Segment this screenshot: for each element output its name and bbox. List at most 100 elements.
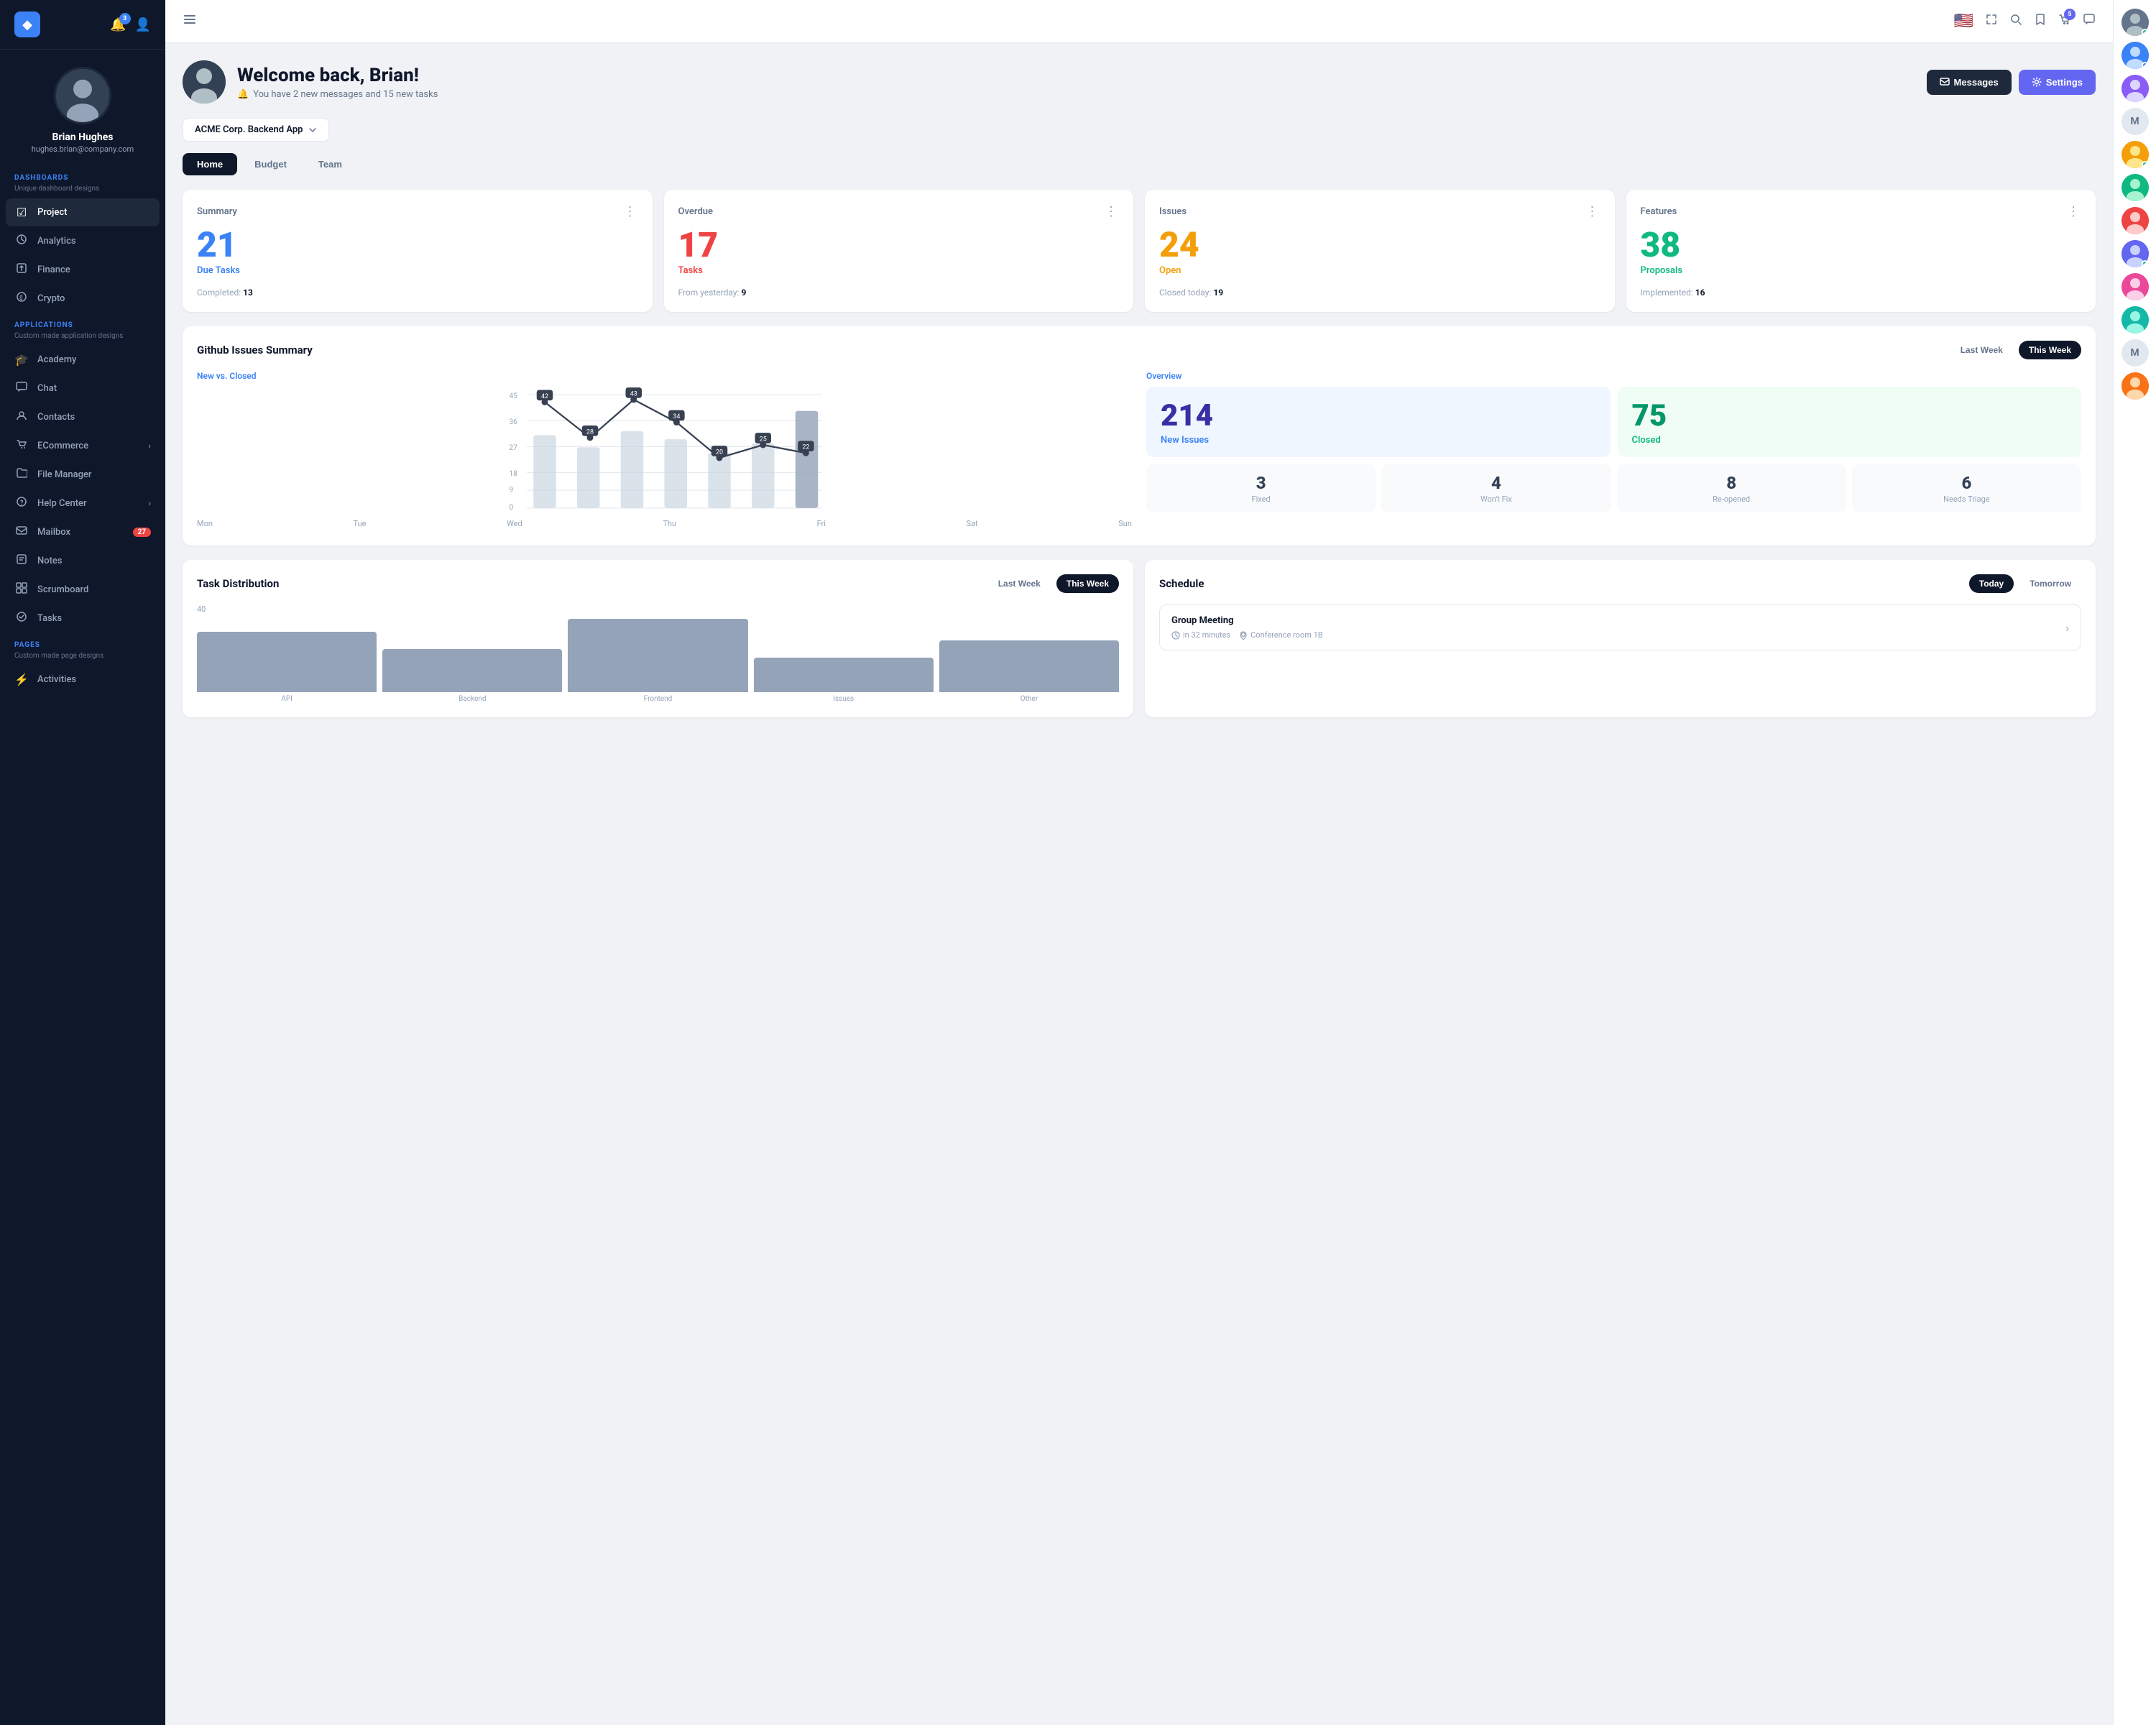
right-avatar-6[interactable]	[2122, 207, 2149, 234]
new-issues-label: New Issues	[1161, 435, 1596, 446]
bar-api: API	[197, 632, 377, 703]
sidebar-user-avatar[interactable]	[54, 67, 111, 124]
sidebar-item-helpcenter[interactable]: ? Help Center ›	[0, 489, 165, 518]
sidebar-item-analytics[interactable]: Analytics	[0, 226, 165, 255]
welcome-avatar	[183, 60, 226, 104]
sidebar-item-filemanager[interactable]: File Manager	[0, 460, 165, 489]
hamburger-menu-icon[interactable]	[183, 12, 197, 30]
reopened-card: 8 Re-opened	[1617, 464, 1846, 512]
summary-title: Summary	[197, 206, 237, 217]
right-avatar-2[interactable]	[2122, 42, 2149, 69]
github-chart-side: New vs. Closed 45 36 27 18 9 0	[197, 371, 1132, 531]
tab-budget[interactable]: Budget	[240, 153, 301, 175]
tasks-icon	[14, 611, 29, 625]
right-avatar-4[interactable]	[2122, 141, 2149, 168]
fixed-label: Fixed	[1155, 494, 1367, 504]
project-selector[interactable]: ACME Corp. Backend App	[183, 118, 329, 142]
schedule-tomorrow-btn[interactable]: Tomorrow	[2019, 574, 2081, 593]
right-avatar-5[interactable]	[2122, 174, 2149, 201]
overdue-menu-icon[interactable]: ⋮	[1105, 204, 1119, 219]
bar-other-fill	[939, 640, 1119, 692]
chart-days: Mon Tue Wed Thu Fri Sat Sun	[197, 516, 1132, 531]
features-card: Features ⋮ 38 Proposals Implemented: 16	[1626, 190, 2096, 312]
mailbox-icon	[14, 525, 29, 539]
github-this-week-btn[interactable]: This Week	[2019, 341, 2081, 359]
sidebar-user-section: Brian Hughes hughes.brian@company.com	[0, 50, 165, 165]
tab-team[interactable]: Team	[304, 153, 356, 175]
new-issues-number: 214	[1161, 398, 1596, 433]
welcome-actions: Messages Settings	[1927, 70, 2096, 95]
schedule-time: in 32 minutes	[1171, 630, 1230, 640]
sidebar-item-ecommerce[interactable]: ECommerce ›	[0, 431, 165, 460]
applications-section: APPLICATIONS Custom made application des…	[0, 313, 165, 632]
github-card-header: Github Issues Summary Last Week This Wee…	[197, 341, 2081, 359]
summary-menu-icon[interactable]: ⋮	[624, 204, 638, 219]
user-circle-icon[interactable]: 👤	[135, 17, 151, 32]
task-dist-this-week-btn[interactable]: This Week	[1056, 574, 1119, 593]
messages-button[interactable]: Messages	[1927, 70, 2012, 95]
features-label: Proposals	[1641, 265, 2082, 276]
task-dist-max-label: 40	[197, 604, 1119, 614]
project-selector-label: ACME Corp. Backend App	[195, 124, 303, 135]
svg-text:28: 28	[586, 428, 594, 436]
topbar-chat-icon[interactable]	[2083, 13, 2096, 29]
sidebar-item-tasks[interactable]: Tasks	[0, 604, 165, 632]
bookmark-icon[interactable]	[2034, 13, 2047, 29]
schedule-item-arrow[interactable]: ›	[2065, 621, 2069, 635]
sidebar-item-contacts[interactable]: Contacts	[0, 402, 165, 431]
sidebar-item-mailbox-label: Mailbox	[37, 527, 70, 538]
right-avatar-9[interactable]	[2122, 306, 2149, 334]
sidebar-item-mailbox[interactable]: Mailbox 27	[0, 518, 165, 546]
notification-icon[interactable]: 🔔 3	[110, 17, 126, 32]
svg-text:$: $	[19, 295, 23, 301]
svg-text:9: 9	[510, 486, 514, 494]
activities-icon: ⚡	[14, 673, 29, 686]
tab-home[interactable]: Home	[183, 153, 237, 175]
sidebar-item-scrumboard[interactable]: Scrumboard	[0, 575, 165, 604]
chat-icon	[14, 381, 29, 395]
features-footer: Implemented: 16	[1641, 288, 2082, 298]
chart-day-sun: Sun	[1118, 519, 1132, 528]
settings-button[interactable]: Settings	[2019, 70, 2096, 95]
issues-menu-icon[interactable]: ⋮	[1586, 204, 1600, 219]
fullscreen-icon[interactable]	[1985, 13, 1998, 29]
cart-icon[interactable]: 5	[2058, 13, 2071, 29]
sidebar-item-tasks-label: Tasks	[37, 613, 62, 624]
sidebar-item-academy[interactable]: 🎓 Academy	[0, 346, 165, 374]
github-last-week-btn[interactable]: Last Week	[1950, 341, 2013, 359]
task-dist-last-week-btn[interactable]: Last Week	[988, 574, 1051, 593]
right-avatar-10[interactable]	[2122, 372, 2149, 400]
flag-icon[interactable]: 🇺🇸	[1954, 12, 1973, 30]
reopened-label: Re-opened	[1626, 494, 1838, 504]
right-avatar-placeholder-2[interactable]: M	[2122, 339, 2149, 367]
sidebar-item-scrumboard-label: Scrumboard	[37, 584, 88, 595]
sidebar-item-finance[interactable]: Finance	[0, 255, 165, 284]
closed-label: Closed	[1632, 435, 2068, 446]
schedule-item-content: Group Meeting in 32 minutes Conference r…	[1171, 615, 1323, 640]
right-avatar-placeholder-1[interactable]: M	[2122, 108, 2149, 135]
right-avatar-1[interactable]	[2122, 9, 2149, 36]
issues-footer: Closed today: 19	[1159, 288, 1600, 298]
sidebar-item-activities[interactable]: ⚡ Activities	[0, 666, 165, 694]
right-avatar-7[interactable]	[2122, 240, 2149, 267]
sidebar-item-crypto[interactable]: $ Crypto	[0, 284, 165, 313]
sidebar-item-project[interactable]: ☑ Project	[6, 198, 160, 226]
sidebar-user-name: Brian Hughes	[52, 132, 114, 143]
svg-text:0: 0	[510, 504, 514, 512]
right-avatar-3[interactable]	[2122, 75, 2149, 102]
pages-section: PAGES Custom made page designs ⚡ Activit…	[0, 632, 165, 694]
schedule-today-btn[interactable]: Today	[1969, 574, 2014, 593]
summary-number: 21	[197, 228, 638, 262]
analytics-icon	[14, 234, 29, 248]
svg-text:36: 36	[510, 418, 518, 426]
app-logo[interactable]: ◆	[14, 12, 40, 37]
right-avatar-8[interactable]	[2122, 273, 2149, 300]
search-icon[interactable]	[2009, 13, 2022, 29]
sidebar-item-notes[interactable]: Notes	[0, 546, 165, 575]
features-menu-icon[interactable]: ⋮	[2067, 204, 2081, 219]
schedule-header: Schedule Today Tomorrow	[1159, 574, 2081, 593]
bar-frontend-fill	[568, 619, 747, 692]
bar-api-label: API	[281, 695, 292, 703]
sidebar-item-chat[interactable]: Chat	[0, 374, 165, 402]
dashboards-sublabel: Unique dashboard designs	[0, 185, 165, 198]
